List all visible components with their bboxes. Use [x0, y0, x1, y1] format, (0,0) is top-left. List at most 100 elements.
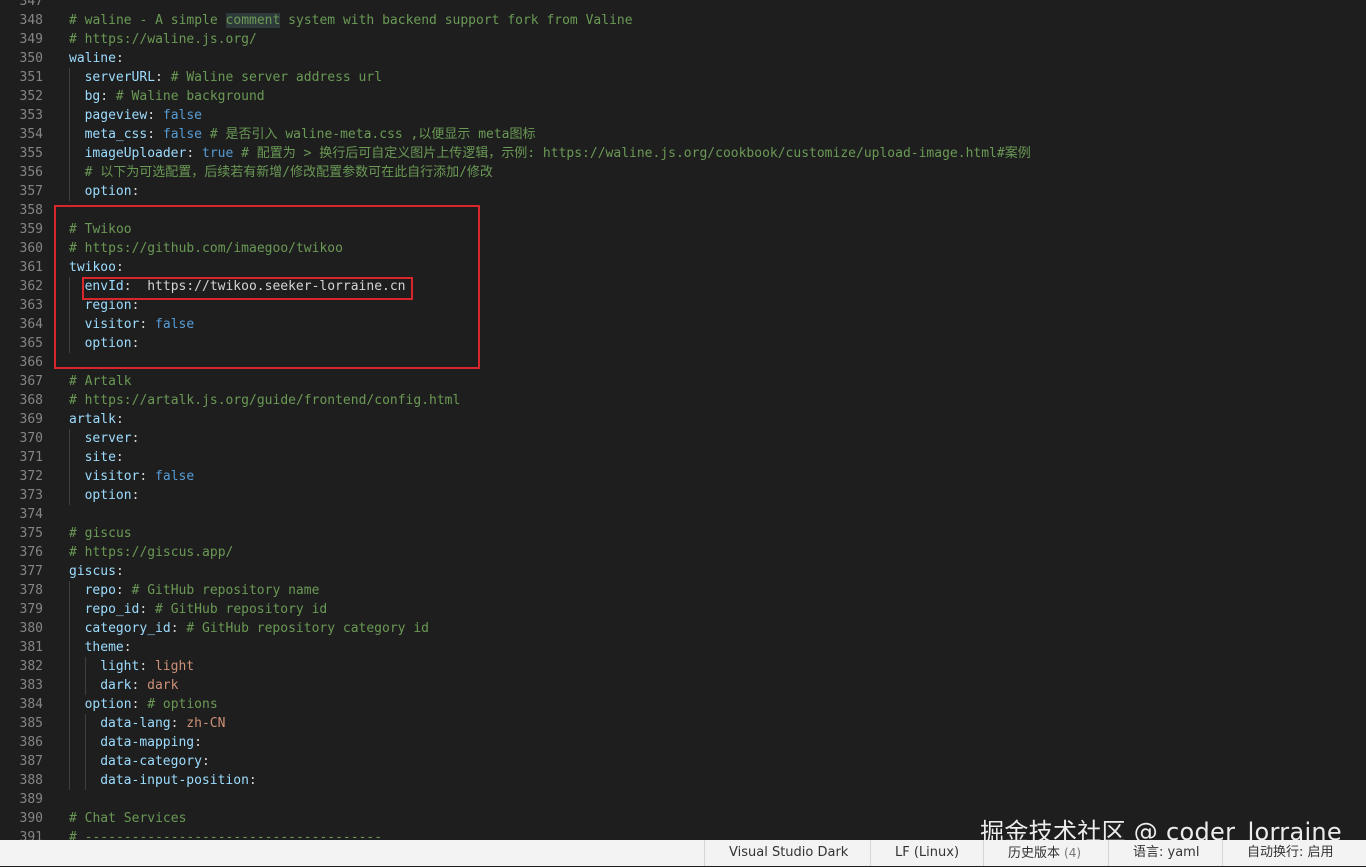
code-line[interactable]: 387 data-category:	[0, 752, 1366, 771]
code-token: false	[162, 127, 203, 142]
word-wrap-toggle[interactable]: 自动换行: 启用	[1222, 840, 1350, 866]
code-lines[interactable]: 347 348 # waline - A simple comment system…	[0, 0, 1366, 840]
code-line[interactable]: 381 theme:	[0, 638, 1366, 657]
code-line[interactable]: 361 twikoo:	[0, 258, 1366, 277]
line-ending-label: LF (Linux)	[895, 845, 960, 860]
code-editor[interactable]: 347 348 # waline - A simple comment system…	[0, 0, 1366, 840]
code-token: system with backend support fork from Va…	[280, 13, 633, 28]
code-line[interactable]: 382 light: light	[0, 657, 1366, 676]
line-number: 358	[19, 203, 43, 218]
code-line[interactable]: 369 artalk:	[0, 410, 1366, 429]
code-text: dark: dark	[69, 678, 178, 693]
code-token: :	[115, 564, 124, 579]
code-token: https://twikoo.seeker-lorraine.cn	[147, 279, 406, 294]
code-token: :	[170, 716, 187, 731]
line-ending-selector[interactable]: LF (Linux)	[870, 840, 975, 866]
line-number: 357	[19, 184, 43, 199]
code-line[interactable]: 389	[0, 790, 1366, 809]
code-text: option:	[69, 184, 140, 199]
code-token: :	[147, 108, 163, 123]
code-token: false	[155, 317, 195, 332]
code-line[interactable]: 357 option:	[0, 182, 1366, 201]
code-token: # options	[147, 697, 218, 712]
code-token: :	[155, 70, 171, 85]
code-line[interactable]: 371 site:	[0, 448, 1366, 467]
code-token: true	[202, 146, 234, 161]
code-token: :	[131, 431, 140, 446]
code-line[interactable]: 348 # waline - A simple comment system wi…	[0, 11, 1366, 30]
line-number: 375	[19, 526, 43, 541]
code-token: repo_id	[84, 602, 140, 617]
code-text: # giscus	[69, 526, 132, 541]
code-line[interactable]: 372 visitor: false	[0, 467, 1366, 486]
line-number: 356	[19, 165, 43, 180]
code-line[interactable]: 378 repo: # GitHub repository name	[0, 581, 1366, 600]
code-line[interactable]: 349 # https://waline.js.org/	[0, 30, 1366, 49]
code-line[interactable]: 360 # https://github.com/imaegoo/twikoo	[0, 239, 1366, 258]
code-token: data-lang	[100, 716, 171, 731]
code-token: pageview	[84, 108, 148, 123]
code-token: # 以下为可选配置，后续若有新增/修改配置参数可在此自行添加/修改	[84, 165, 493, 180]
line-number: 353	[19, 108, 43, 123]
code-token: :	[147, 127, 163, 142]
code-line[interactable]: 359 # Twikoo	[0, 220, 1366, 239]
code-line[interactable]: 380 category_id: # GitHub repository cate…	[0, 619, 1366, 638]
code-line[interactable]: 386 data-mapping:	[0, 733, 1366, 752]
code-line[interactable]: 362 envId: https://twikoo.seeker-lorraine…	[0, 277, 1366, 296]
code-line[interactable]: 347	[0, 0, 1366, 11]
code-token: # giscus	[69, 526, 132, 541]
code-line[interactable]: 350 waline:	[0, 49, 1366, 68]
code-line[interactable]: 355 imageUploader: true # 配置为 > 换行后可自定义图片…	[0, 144, 1366, 163]
code-token: # --------------------------------------	[69, 830, 383, 840]
code-text: visitor: false	[69, 469, 195, 484]
code-line[interactable]: 356 # 以下为可选配置，后续若有新增/修改配置参数可在此自行添加/修改	[0, 163, 1366, 182]
code-token: dark	[147, 678, 179, 693]
line-number: 362	[19, 279, 43, 294]
line-number: 377	[19, 564, 43, 579]
theme-selector[interactable]: Visual Studio Dark	[704, 840, 864, 866]
code-line[interactable]: 364 visitor: false	[0, 315, 1366, 334]
code-line[interactable]: 363 region:	[0, 296, 1366, 315]
code-token: zh-CN	[186, 716, 226, 731]
code-line[interactable]: 370 server:	[0, 429, 1366, 448]
code-line[interactable]: 373 option:	[0, 486, 1366, 505]
code-line[interactable]: 383 dark: dark	[0, 676, 1366, 695]
code-token: false	[155, 469, 195, 484]
code-token: bg	[84, 89, 101, 104]
code-line[interactable]: 368 # https://artalk.js.org/guide/fronten…	[0, 391, 1366, 410]
code-token: :	[131, 298, 140, 313]
code-line[interactable]: 376 # https://giscus.app/	[0, 543, 1366, 562]
code-line[interactable]: 352 bg: # Waline background	[0, 87, 1366, 106]
line-number: 379	[19, 602, 43, 617]
code-token: :	[139, 469, 156, 484]
code-line[interactable]: 353 pageview: false	[0, 106, 1366, 125]
code-line[interactable]: 351 serverURL: # Waline server address ur…	[0, 68, 1366, 87]
code-line[interactable]: 374	[0, 505, 1366, 524]
code-text: bg: # Waline background	[69, 89, 265, 104]
code-line[interactable]: 365 option:	[0, 334, 1366, 353]
code-line[interactable]: 388 data-input-position:	[0, 771, 1366, 790]
code-token: visitor	[84, 317, 140, 332]
language-label: 语言: yaml	[1133, 845, 1200, 860]
history-button[interactable]: 历史版本 (4)	[983, 840, 1097, 866]
code-text: envId: https://twikoo.seeker-lorraine.cn	[69, 279, 406, 294]
line-number: 378	[19, 583, 43, 598]
code-line[interactable]: 366	[0, 353, 1366, 372]
line-number: 389	[19, 792, 43, 807]
line-number: 354	[19, 127, 43, 142]
code-text: artalk:	[69, 412, 124, 427]
code-line[interactable]: 354 meta_css: false # 是否引入 waline-meta.cs…	[0, 125, 1366, 144]
code-line[interactable]: 385 data-lang: zh-CN	[0, 714, 1366, 733]
code-line[interactable]: 375 # giscus	[0, 524, 1366, 543]
line-number: 380	[19, 621, 43, 636]
language-selector[interactable]: 语言: yaml	[1108, 840, 1215, 866]
code-line[interactable]: 384 option: # options	[0, 695, 1366, 714]
line-number: 355	[19, 146, 43, 161]
code-token: light	[154, 659, 195, 674]
line-number: 374	[19, 507, 43, 522]
code-line[interactable]: 358	[0, 201, 1366, 220]
code-line[interactable]: 367 # Artalk	[0, 372, 1366, 391]
code-line[interactable]: 377 giscus:	[0, 562, 1366, 581]
line-number: 384	[19, 697, 43, 712]
code-line[interactable]: 379 repo_id: # GitHub repository id	[0, 600, 1366, 619]
